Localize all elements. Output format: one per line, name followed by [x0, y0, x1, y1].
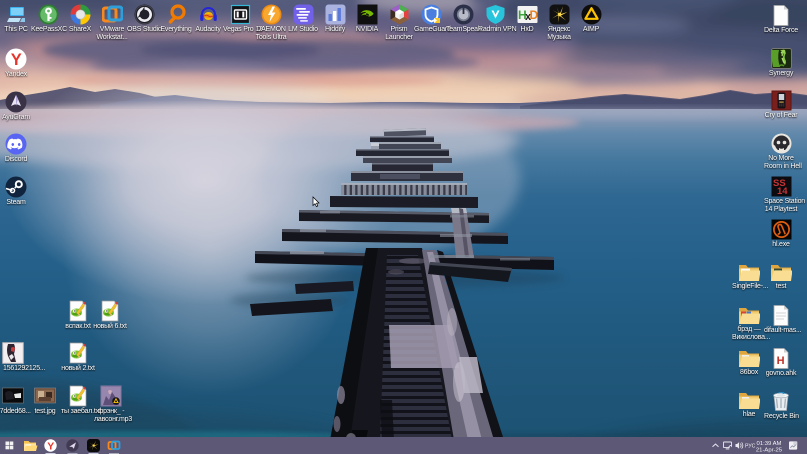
svg-text:01:39 AM: 01:39 AM	[757, 441, 782, 447]
svg-text:21-Apr-25: 21-Apr-25	[756, 448, 783, 454]
svg-text:РУС: РУС	[745, 444, 756, 450]
svg-text:Y: Y	[11, 51, 22, 69]
svg-text:H: H	[777, 355, 785, 367]
svg-text:Y: Y	[47, 440, 54, 452]
svg-text:14: 14	[777, 186, 788, 197]
svg-text:D: D	[529, 8, 538, 22]
